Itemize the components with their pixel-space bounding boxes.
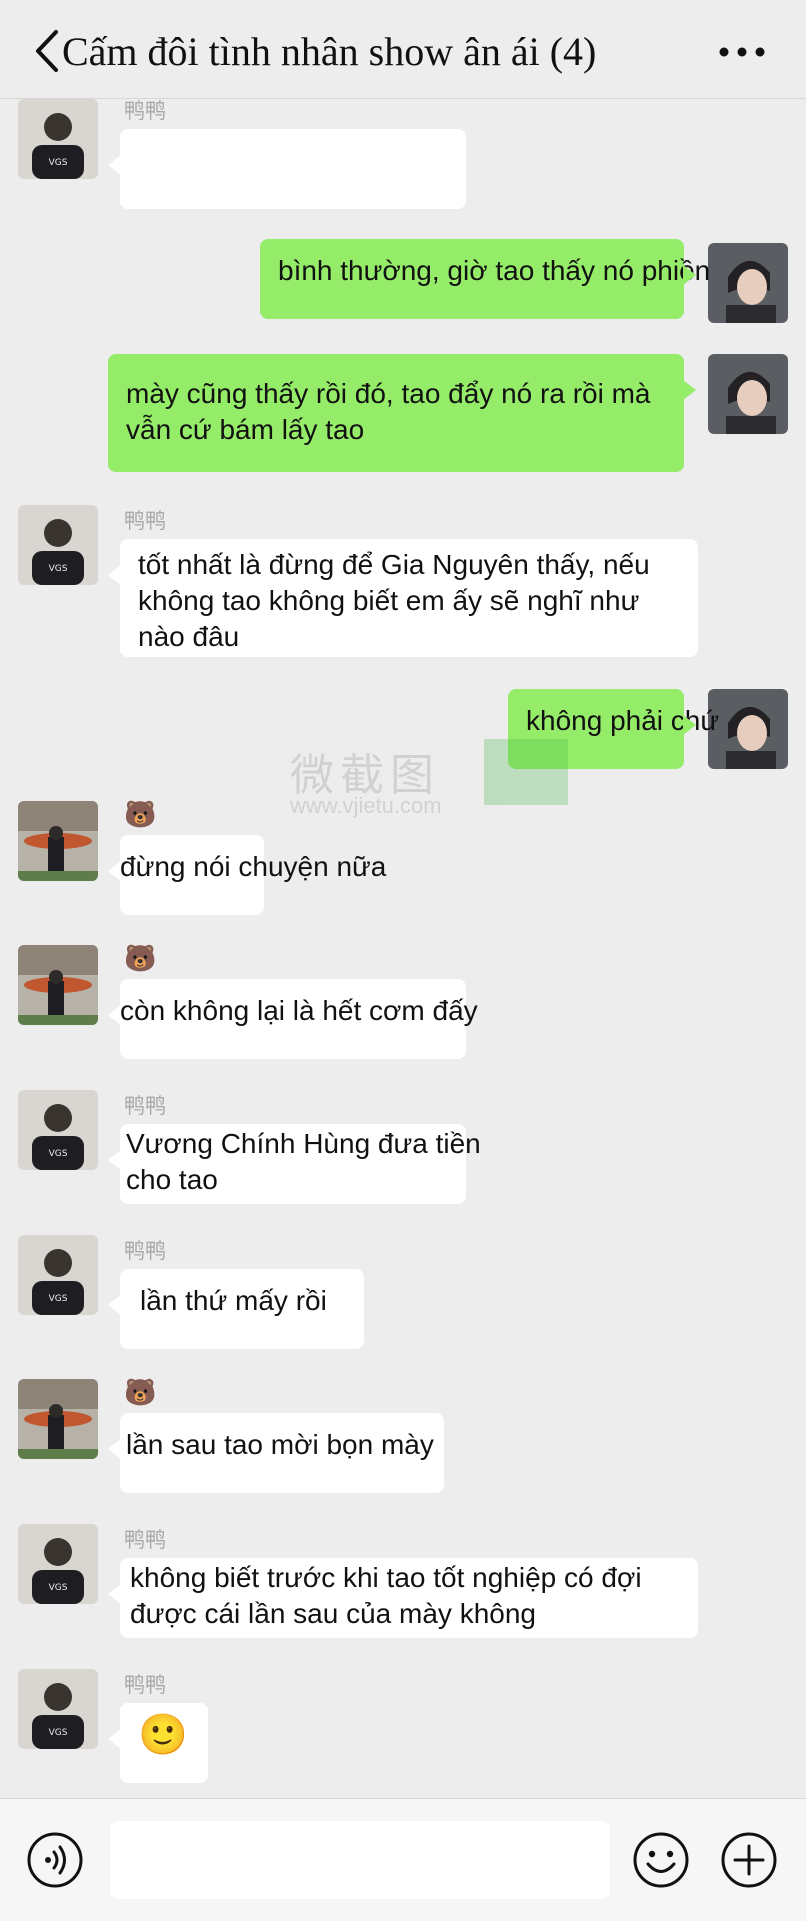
message-bubble[interactable]: mày cũng thấy rồi đó, tao đẩy nó ra rồi …	[108, 354, 696, 472]
message-text: cho tao	[126, 1164, 218, 1195]
message-row: 🐻 lần sau tao mời bọn mày	[0, 1379, 806, 1499]
message-bubble[interactable]: lần sau tao mời bọn mày	[108, 1413, 444, 1493]
message-bubble[interactable]: tốt nhất là đừng để Gia Nguyên thấy, nếu…	[108, 539, 698, 657]
message-bubble[interactable]: 🙂	[108, 1703, 208, 1783]
svg-text:VGS: VGS	[49, 1583, 68, 1593]
chat-title: Cấm đôi tình nhân show ân ái (4)	[62, 29, 597, 74]
message-row: mày cũng thấy rồi đó, tao đẩy nó ra rồi …	[0, 354, 806, 474]
watermark-logo	[484, 739, 568, 805]
emoji-icon[interactable]	[632, 1831, 690, 1889]
message-text: còn không lại là hết cơm đấy	[120, 995, 478, 1026]
watermark: 微截图 www.vjietu.com	[280, 739, 600, 829]
message-text: nào đâu	[138, 621, 240, 652]
plus-icon[interactable]	[720, 1831, 778, 1889]
sender-name: 鸭鸭	[124, 1095, 166, 1118]
svg-text:VGS: VGS	[49, 1728, 68, 1738]
avatar[interactable]	[18, 801, 98, 881]
avatar[interactable]: VGS	[18, 99, 98, 179]
sender-name: 鸭鸭	[124, 1674, 166, 1697]
message-text: không biết trước khi tao tốt nghiệp có đ…	[130, 1562, 642, 1593]
avatar[interactable]	[708, 243, 788, 323]
message-text: không tao không biết em ấy sẽ nghĩ như	[138, 585, 640, 616]
message-text: Vương Chính Hùng đưa tiền	[126, 1128, 481, 1159]
avatar[interactable]	[18, 1379, 98, 1459]
message-row: VGS 鸭鸭	[0, 99, 806, 219]
sender-name: 🐻	[124, 943, 157, 973]
avatar[interactable]	[708, 689, 788, 769]
message-text: được cái lần sau của mày không	[130, 1598, 536, 1629]
message-text: không phải chứ	[526, 705, 720, 736]
message-text: tốt nhất là đừng để Gia Nguyên thấy, nếu	[138, 549, 650, 580]
message-text: lần sau tao mời bọn mày	[126, 1429, 434, 1460]
sender-name: 🐻	[124, 1377, 157, 1407]
message-text: mày cũng thấy rồi đó, tao đẩy nó ra rồi …	[126, 378, 651, 409]
avatar[interactable]: VGS	[18, 1524, 98, 1604]
message-text: bình thường, giờ tao thấy nó phiền	[278, 255, 711, 286]
sender-name: 鸭鸭	[124, 1529, 166, 1552]
message-bubble[interactable]: không biết trước khi tao tốt nghiệp có đ…	[108, 1558, 698, 1638]
message-row: 🐻 còn không lại là hết cơm đấy	[0, 945, 806, 1065]
svg-text:VGS: VGS	[49, 1294, 68, 1304]
message-bubble[interactable]: lần thứ mấy rồi	[108, 1269, 364, 1349]
sender-name: 🐻	[124, 799, 157, 829]
message-row: VGS 鸭鸭 Vương Chính Hùng đưa tiền cho tao	[0, 1090, 806, 1230]
message-input[interactable]	[110, 1821, 610, 1899]
message-text: đừng nói chuyện nữa	[120, 851, 387, 882]
message-bubble[interactable]	[108, 129, 466, 209]
svg-text:VGS: VGS	[49, 1149, 68, 1159]
message-row: bình thường, giờ tao thấy nó phiền	[0, 239, 806, 329]
message-row: VGS 鸭鸭 không biết trước khi tao tốt nghi…	[0, 1524, 806, 1664]
message-bubble[interactable]: còn không lại là hết cơm đấy	[108, 979, 478, 1059]
sender-name: 鸭鸭	[124, 510, 166, 533]
sender-name: 鸭鸭	[124, 1240, 166, 1263]
avatar[interactable]: VGS	[18, 1235, 98, 1315]
chat-message-list[interactable]: VGS 鸭鸭 bình thường, giờ tao thấy nó phiề…	[0, 99, 806, 1799]
more-dots-icon[interactable]	[716, 34, 768, 70]
avatar[interactable]	[18, 945, 98, 1025]
message-text: vẫn cứ bám lấy tao	[126, 414, 365, 445]
sender-name: 鸭鸭	[124, 100, 166, 123]
message-bubble[interactable]: bình thường, giờ tao thấy nó phiền	[260, 239, 711, 319]
message-bubble[interactable]: đừng nói chuyện nữa	[108, 835, 387, 915]
svg-text:VGS: VGS	[49, 564, 68, 574]
chat-header: Cấm đôi tình nhân show ân ái (4)	[0, 0, 806, 99]
avatar[interactable]: VGS	[18, 1090, 98, 1170]
voice-icon[interactable]	[26, 1831, 84, 1889]
avatar[interactable]	[708, 354, 788, 434]
svg-text:VGS: VGS	[49, 158, 68, 168]
message-row: VGS 鸭鸭 🙂	[0, 1669, 806, 1789]
message-text: lần thứ mấy rồi	[140, 1285, 327, 1316]
input-toolbar	[0, 1798, 806, 1921]
message-row: VGS 鸭鸭 lần thứ mấy rồi	[0, 1235, 806, 1355]
avatar[interactable]: VGS	[18, 505, 98, 585]
smile-emoji-icon: 🙂	[138, 1713, 188, 1757]
message-row: VGS 鸭鸭 tốt nhất là đừng để Gia Nguyên th…	[0, 505, 806, 665]
message-bubble[interactable]: Vương Chính Hùng đưa tiền cho tao	[108, 1124, 481, 1204]
watermark-url: www.vjietu.com	[290, 793, 442, 818]
avatar[interactable]: VGS	[18, 1669, 98, 1749]
